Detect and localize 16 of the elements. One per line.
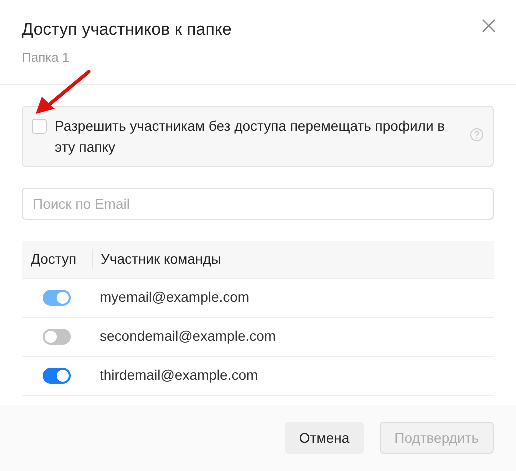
member-email: myemail@example.com xyxy=(99,288,250,307)
cancel-button[interactable]: Отмена xyxy=(285,422,364,454)
close-icon[interactable] xyxy=(482,19,496,33)
member-email: thirdemail@example.com xyxy=(99,366,258,385)
option-label: Разрешить участникам без доступа перемещать профили в эту папку xyxy=(55,116,446,157)
search-field[interactable]: Поиск по Email xyxy=(22,188,494,220)
help-icon[interactable] xyxy=(470,128,484,142)
checkbox[interactable] xyxy=(32,118,47,134)
toggle-switch[interactable] xyxy=(43,328,71,344)
column-header: Доступ xyxy=(30,250,78,269)
column-header: Участник команды xyxy=(100,250,222,269)
dialog-title: Доступ участников к папке xyxy=(22,19,232,41)
annotation-arrow xyxy=(34,70,92,116)
folder-name: Папка 1 xyxy=(22,49,71,67)
toggle-switch[interactable] xyxy=(43,368,71,384)
member-email: secondemail@example.com xyxy=(99,327,276,346)
